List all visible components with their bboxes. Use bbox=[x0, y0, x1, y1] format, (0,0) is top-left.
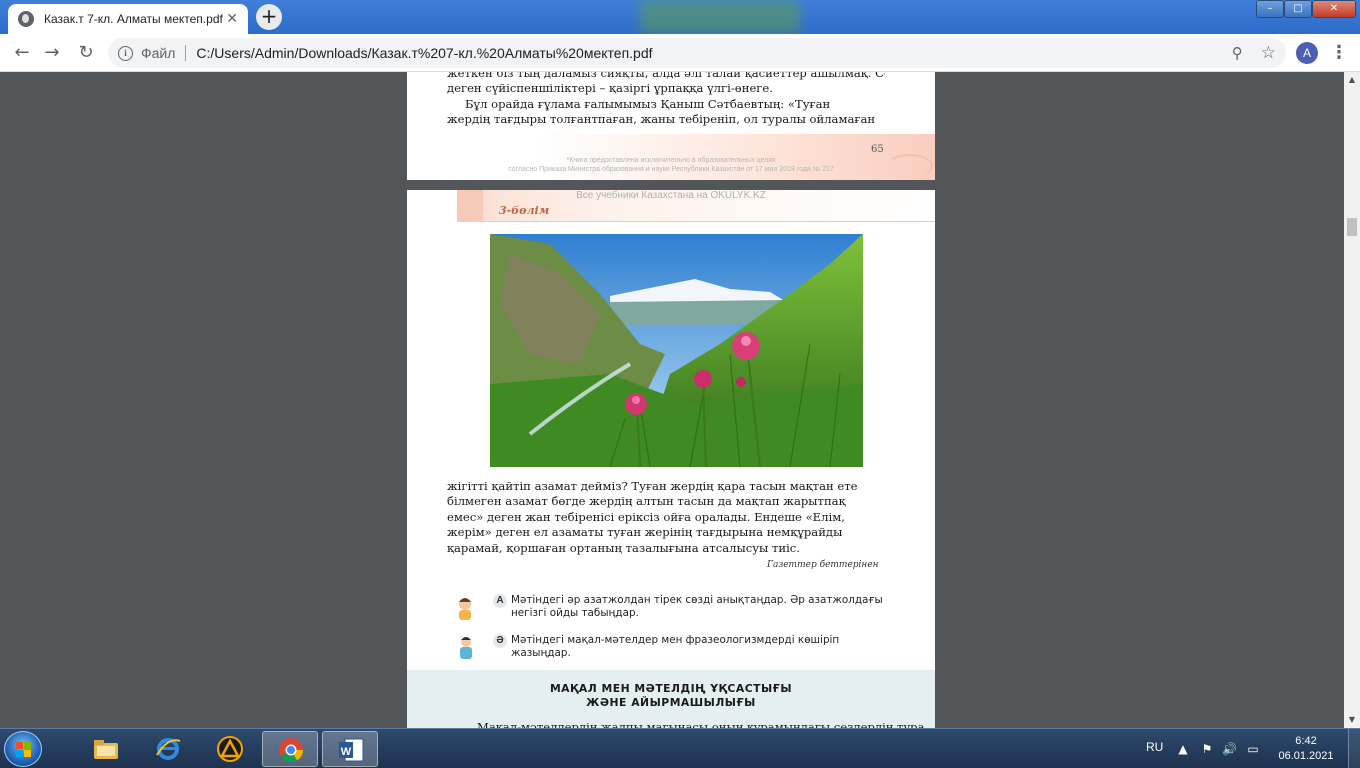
text-line: білмеген азамат бөгде жердің алтын тасын… bbox=[447, 494, 846, 509]
clock-date: 06.01.2021 bbox=[1278, 750, 1334, 762]
reload-icon: ↻ bbox=[78, 42, 94, 63]
browser-toolbar: ← → ↻ i Файл C:/Users/Admin/Downloads/Ка… bbox=[0, 34, 1360, 72]
start-button[interactable] bbox=[4, 731, 42, 767]
student-writing-icon bbox=[460, 637, 472, 659]
page-number: 65 bbox=[871, 144, 884, 155]
scroll-up-icon[interactable]: ▲ bbox=[1344, 72, 1360, 88]
windows-logo-icon bbox=[16, 742, 31, 757]
arrow-right-icon: → bbox=[44, 42, 60, 63]
vertical-scrollbar[interactable]: ▲ ▼ bbox=[1344, 72, 1360, 728]
maximize-button[interactable]: □ bbox=[1284, 0, 1312, 18]
section-label: 3-бөлім bbox=[499, 204, 550, 217]
bookmark-star-icon[interactable]: ☆ bbox=[1261, 43, 1276, 63]
task-text: Мәтіндегі мақал-мәтелдер мен фразеологиз… bbox=[511, 634, 840, 659]
svg-text:W: W bbox=[341, 746, 352, 758]
scroll-thumb[interactable] bbox=[1347, 218, 1357, 236]
task-text: Мәтіндегі әр азатжолдан тірек сөзді анық… bbox=[511, 594, 883, 619]
volume-icon[interactable]: 🔊 bbox=[1222, 742, 1237, 756]
network-icon[interactable]: ▭ bbox=[1246, 742, 1260, 756]
show-hidden-icons-icon[interactable]: ▲ bbox=[1176, 742, 1190, 756]
watermark-line: *Книга предоставлена исключительно в обр… bbox=[566, 157, 776, 164]
text-line: жердің тағдыры толғантпаған, жаны тебіре… bbox=[447, 112, 876, 127]
text-line: деген сүйіспеншіліктері – қазіргі ұрпаққ… bbox=[447, 81, 773, 96]
new-tab-button[interactable]: + bbox=[256, 4, 282, 30]
menu-dots-icon[interactable]: ⋮ bbox=[1330, 42, 1348, 64]
back-button[interactable]: ← bbox=[10, 41, 34, 65]
close-window-button[interactable]: ✕ bbox=[1312, 0, 1356, 18]
profile-avatar[interactable]: A bbox=[1296, 42, 1318, 64]
text-line: жігітті қайтіп азамат дейміз? Туған жерд… bbox=[447, 479, 858, 493]
chrome-icon bbox=[279, 738, 303, 763]
pdf-page-66: Все учебники Казахстана на OKULYK.KZ 3-б… bbox=[407, 190, 935, 728]
taskbar-internet-explorer[interactable] bbox=[140, 731, 196, 767]
task-letter-badge: А bbox=[493, 594, 507, 608]
pdf-page-65: жеткен біз тың даламыз сияқты, алда әлі … bbox=[407, 72, 935, 180]
system-clock[interactable]: 6:42 06.01.2021 bbox=[1276, 734, 1336, 764]
student-thinking-icon bbox=[459, 598, 471, 620]
mountain-meadow-photo bbox=[490, 234, 863, 467]
source-attribution: Газеттер беттерінен bbox=[767, 560, 879, 570]
tab-title: Казак.т 7-кл. Алматы мектеп.pdf bbox=[44, 12, 223, 26]
taskbar-chrome[interactable] bbox=[262, 731, 318, 767]
close-tab-icon[interactable]: ✕ bbox=[226, 11, 238, 27]
pdf-viewport[interactable]: жеткен біз тың даламыз сияқты, алда әлі … bbox=[0, 72, 1344, 728]
browser-tab[interactable]: Казак.т 7-кл. Алматы мектеп.pdf ✕ bbox=[8, 4, 248, 34]
task-letter-badge: Ә bbox=[493, 634, 507, 648]
show-desktop-button[interactable] bbox=[1348, 729, 1360, 768]
taskbar-archicad[interactable] bbox=[202, 731, 258, 767]
text-line: емес» деген жан тебіренісі еріксіз ойға … bbox=[447, 509, 845, 524]
reload-button[interactable]: ↻ bbox=[74, 41, 98, 65]
text-line: жеткен біз тың даламыз сияқты, алда әлі … bbox=[447, 72, 885, 80]
folder-icon bbox=[94, 740, 118, 759]
top-watermark: Все учебники Казахстана на OKULYK.KZ bbox=[576, 190, 766, 201]
zoom-icon[interactable]: ⚲ bbox=[1232, 44, 1243, 62]
text-line: қарамай, қоршаған ортаның тазалығына атс… bbox=[447, 540, 800, 555]
scroll-down-icon[interactable]: ▼ bbox=[1344, 712, 1360, 728]
text-line: Бұл орайда ғұлама ғалымымыз Қаныш Сәтбае… bbox=[465, 96, 831, 111]
title-bar: Казак.т 7-кл. Алматы мектеп.pdf ✕ + – □ … bbox=[0, 0, 1360, 34]
forward-button[interactable]: → bbox=[40, 41, 64, 65]
rule-title: МАҚАЛ МЕН МӘТЕЛДІҢ ҰҚСАСТЫҒЫ ЖӘНЕ АЙЫРМА… bbox=[407, 682, 935, 710]
taskbar-word[interactable]: W bbox=[322, 731, 378, 767]
rule-title-line: ЖӘНЕ АЙЫРМАШЫЛЫҒЫ bbox=[586, 696, 756, 709]
globe-icon bbox=[18, 11, 34, 27]
action-center-flag-icon[interactable]: ⚑ bbox=[1200, 742, 1214, 756]
language-indicator[interactable]: RU bbox=[1146, 740, 1163, 768]
clock-time: 6:42 bbox=[1295, 735, 1317, 747]
text-line: жерім» деген ел азаматы туған жерінің та… bbox=[447, 525, 843, 540]
task-a: А Мәтіндегі әр азатжолдан тірек сөзді ан… bbox=[455, 594, 895, 622]
info-icon[interactable]: i bbox=[118, 45, 133, 61]
taskbar-explorer[interactable] bbox=[78, 731, 134, 767]
main-paragraph: жігітті қайтіп азамат дейміз? Туған жерд… bbox=[447, 479, 885, 556]
task-ae: Ә Мәтіндегі мақал-мәтелдер мен фразеолог… bbox=[455, 634, 895, 662]
word-icon: W bbox=[339, 738, 364, 762]
minimize-button[interactable]: – bbox=[1256, 0, 1284, 18]
archicad-icon bbox=[217, 736, 243, 762]
page65-text: жеткен біз тың даламыз сияқты, алда әлі … bbox=[447, 72, 885, 128]
rule-body-text: Мақал-мәтелдердің жалпы мағынасы оның құ… bbox=[477, 720, 925, 728]
watermark-line: согласно Приказа Министра образования и … bbox=[508, 166, 834, 173]
url-text[interactable]: C:/Users/Admin/Downloads/Казак.т%207-кл.… bbox=[196, 45, 652, 61]
rule-title-line: МАҚАЛ МЕН МӘТЕЛДІҢ ҰҚСАСТЫҒЫ bbox=[549, 682, 793, 695]
address-bar[interactable]: i Файл C:/Users/Admin/Downloads/Казак.т%… bbox=[108, 38, 1286, 68]
scheme-label: Файл bbox=[141, 45, 176, 61]
internet-explorer-icon bbox=[156, 738, 181, 760]
arrow-left-icon: ← bbox=[14, 42, 30, 63]
